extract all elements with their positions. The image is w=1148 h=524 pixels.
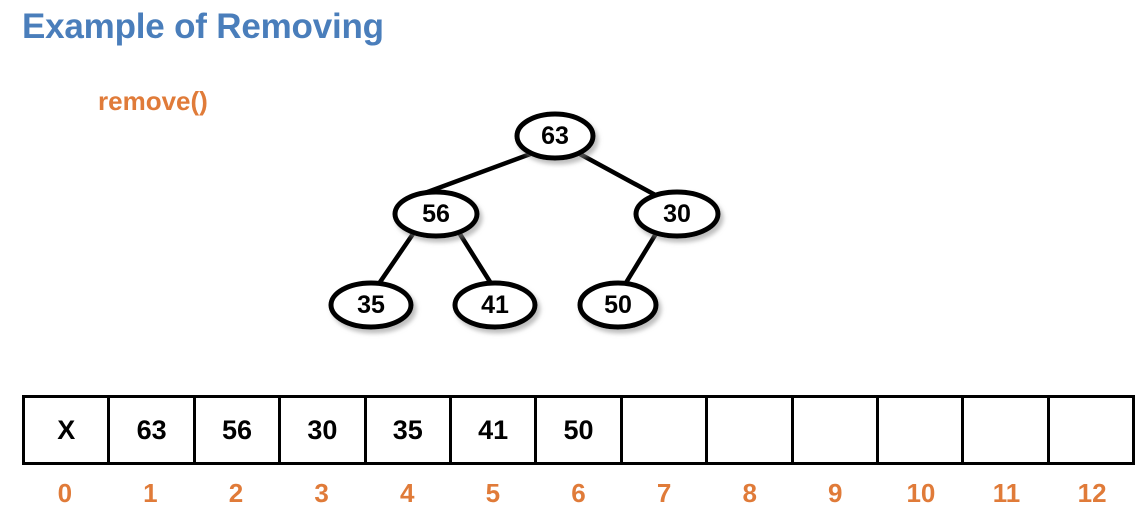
array-cell-9[interactable]: [793, 398, 879, 462]
array-cell-0[interactable]: X: [25, 398, 111, 462]
array-index-9: 9: [828, 478, 843, 508]
array-index-row: 0 1 2 3 4 5 6 7 8 9 10 11 12: [22, 473, 1135, 513]
array-cell-3[interactable]: 30: [281, 398, 367, 462]
tree-node-label: 41: [481, 291, 509, 319]
array-index-7: 7: [656, 478, 672, 508]
array-index-11: 11: [992, 478, 1021, 508]
tree-node-label: 35: [357, 291, 385, 319]
array-index-12: 12: [1077, 478, 1107, 508]
array-index-10: 10: [906, 478, 936, 508]
array-cell-1[interactable]: 63: [110, 398, 196, 462]
array-index-5: 5: [485, 478, 501, 508]
tree-node-label: 56: [422, 200, 450, 228]
array-cell-7[interactable]: [622, 398, 709, 462]
tree-node-label: 50: [604, 291, 632, 319]
tree-node-63[interactable]: 63: [514, 111, 596, 161]
tree-edge-n63-n30: [575, 150, 662, 200]
tree-edge-n56-n35: [375, 228, 418, 288]
array-cell-2[interactable]: 56: [195, 398, 282, 462]
array-cell-6[interactable]: 50: [537, 398, 623, 462]
array-cell-12[interactable]: [1049, 398, 1133, 462]
array-index-2: 2: [228, 478, 244, 508]
tree-node-41[interactable]: 41: [452, 280, 538, 330]
tree-edge-n30-n50: [621, 229, 660, 289]
tree-node-group: 63 56 30 35 41 50: [328, 111, 721, 330]
array-table: X 63 56 30 35 41 50: [22, 395, 1135, 465]
tree-edge-n56-n41: [455, 228, 495, 288]
array-index-4: 4: [400, 478, 415, 508]
array-cell-8[interactable]: [708, 398, 794, 462]
array-index-1: 1: [143, 478, 158, 508]
array-cell-5[interactable]: 41: [451, 398, 538, 462]
tree-svg: 63 56 30 35 41 50: [328, 111, 721, 330]
array-index-0: 0: [57, 478, 73, 508]
tree-node-35[interactable]: 35: [328, 280, 414, 330]
tree-node-56[interactable]: 56: [392, 189, 480, 239]
array-cell-11[interactable]: [964, 398, 1050, 462]
array-cell-4[interactable]: 35: [366, 398, 452, 462]
tree-node-50[interactable]: 50: [577, 280, 659, 330]
array-index-8: 8: [742, 478, 757, 508]
tree-node-30[interactable]: 30: [633, 189, 721, 239]
array-cell-10[interactable]: [878, 398, 965, 462]
tree-node-label: 30: [663, 200, 691, 228]
array-index-3: 3: [314, 478, 329, 508]
binary-tree-diagram: 63 56 30 35 41 50: [0, 0, 1148, 380]
tree-node-label: 63: [541, 122, 569, 150]
array-index-6: 6: [571, 478, 586, 508]
